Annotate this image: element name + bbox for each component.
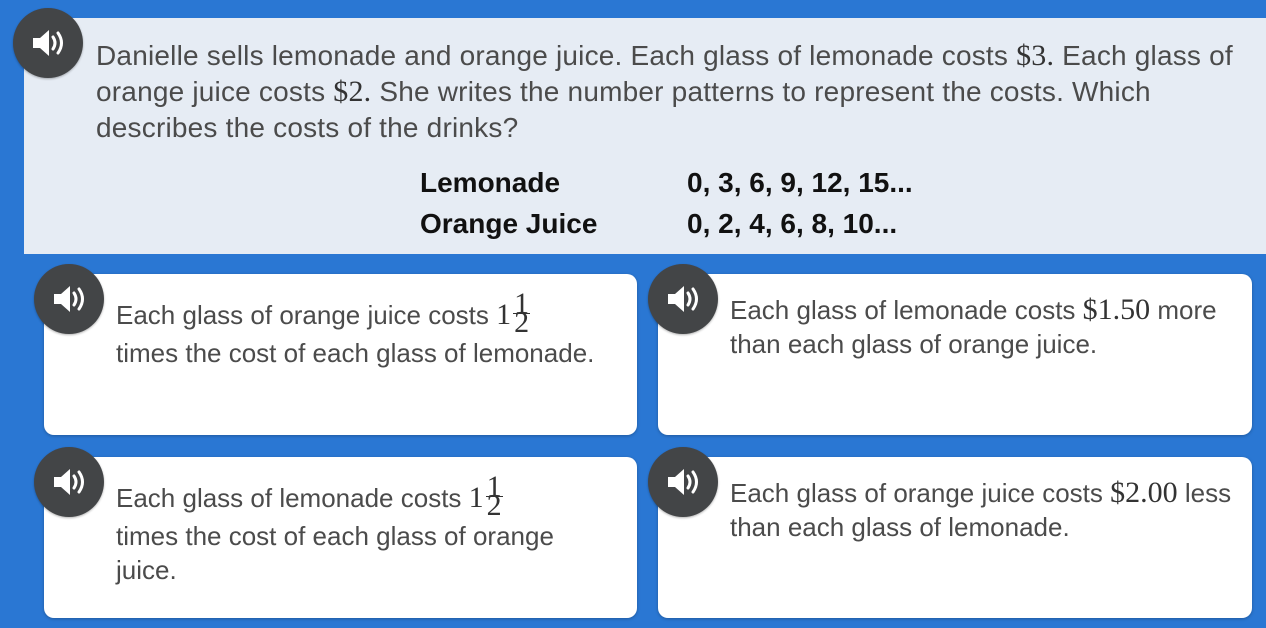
choice-c-audio-button[interactable] [34,447,104,517]
speaker-icon [33,30,63,56]
fraction: 12 [513,286,531,339]
pattern-name: Orange Juice [420,207,598,239]
pattern-sequence: 0, 3, 6, 9, 12, 15... [687,166,913,198]
question-text: Danielle sells lemonade and orange juice… [96,38,1256,146]
answer-choice-a[interactable]: Each glass of orange juice costs 112 tim… [44,274,637,435]
pattern-sequence: 0, 2, 4, 6, 8, 10... [687,207,898,239]
pattern-row-orange-juice: Orange Juice 0, 2, 4, 6, 8, 10... [420,203,913,244]
lemonade-price: $3. [1016,39,1055,72]
question-panel: Danielle sells lemonade and orange juice… [24,18,1266,254]
amount: $1.50 [1082,293,1151,326]
answer-choice-d[interactable]: Each glass of orange juice costs $2.00 l… [658,457,1252,618]
answer-choice-b[interactable]: Each glass of lemonade costs $1.50 more … [658,274,1252,435]
question-part-1: Danielle sells lemonade and orange juice… [96,40,1017,71]
speaker-icon [668,469,698,495]
choice-b-audio-button[interactable] [648,264,718,334]
speaker-icon [668,286,698,312]
choice-text: Each glass of orange juice costs $2.00 l… [730,476,1232,542]
choice-text: Each glass of lemonade costs $1.50 more … [730,293,1217,359]
question-audio-button[interactable] [13,8,83,78]
choice-text: Each glass of lemonade costs 112 times t… [116,469,554,585]
speaker-icon [54,286,84,312]
mixed-number-whole: 1 [468,481,484,514]
choice-d-audio-button[interactable] [648,447,718,517]
amount: $2.00 [1110,476,1178,509]
fraction: 12 [485,469,503,522]
answer-choice-c[interactable]: Each glass of lemonade costs 112 times t… [44,457,637,618]
orange-juice-price: $2. [333,75,372,108]
choice-text: Each glass of orange juice costs 112 tim… [116,286,595,368]
pattern-table: Lemonade 0, 3, 6, 9, 12, 15... Orange Ju… [420,162,913,244]
pattern-name: Lemonade [420,166,561,198]
pattern-row-lemonade: Lemonade 0, 3, 6, 9, 12, 15... [420,162,913,203]
choice-a-audio-button[interactable] [34,264,104,334]
mixed-number-whole: 1 [496,298,512,331]
speaker-icon [54,469,84,495]
